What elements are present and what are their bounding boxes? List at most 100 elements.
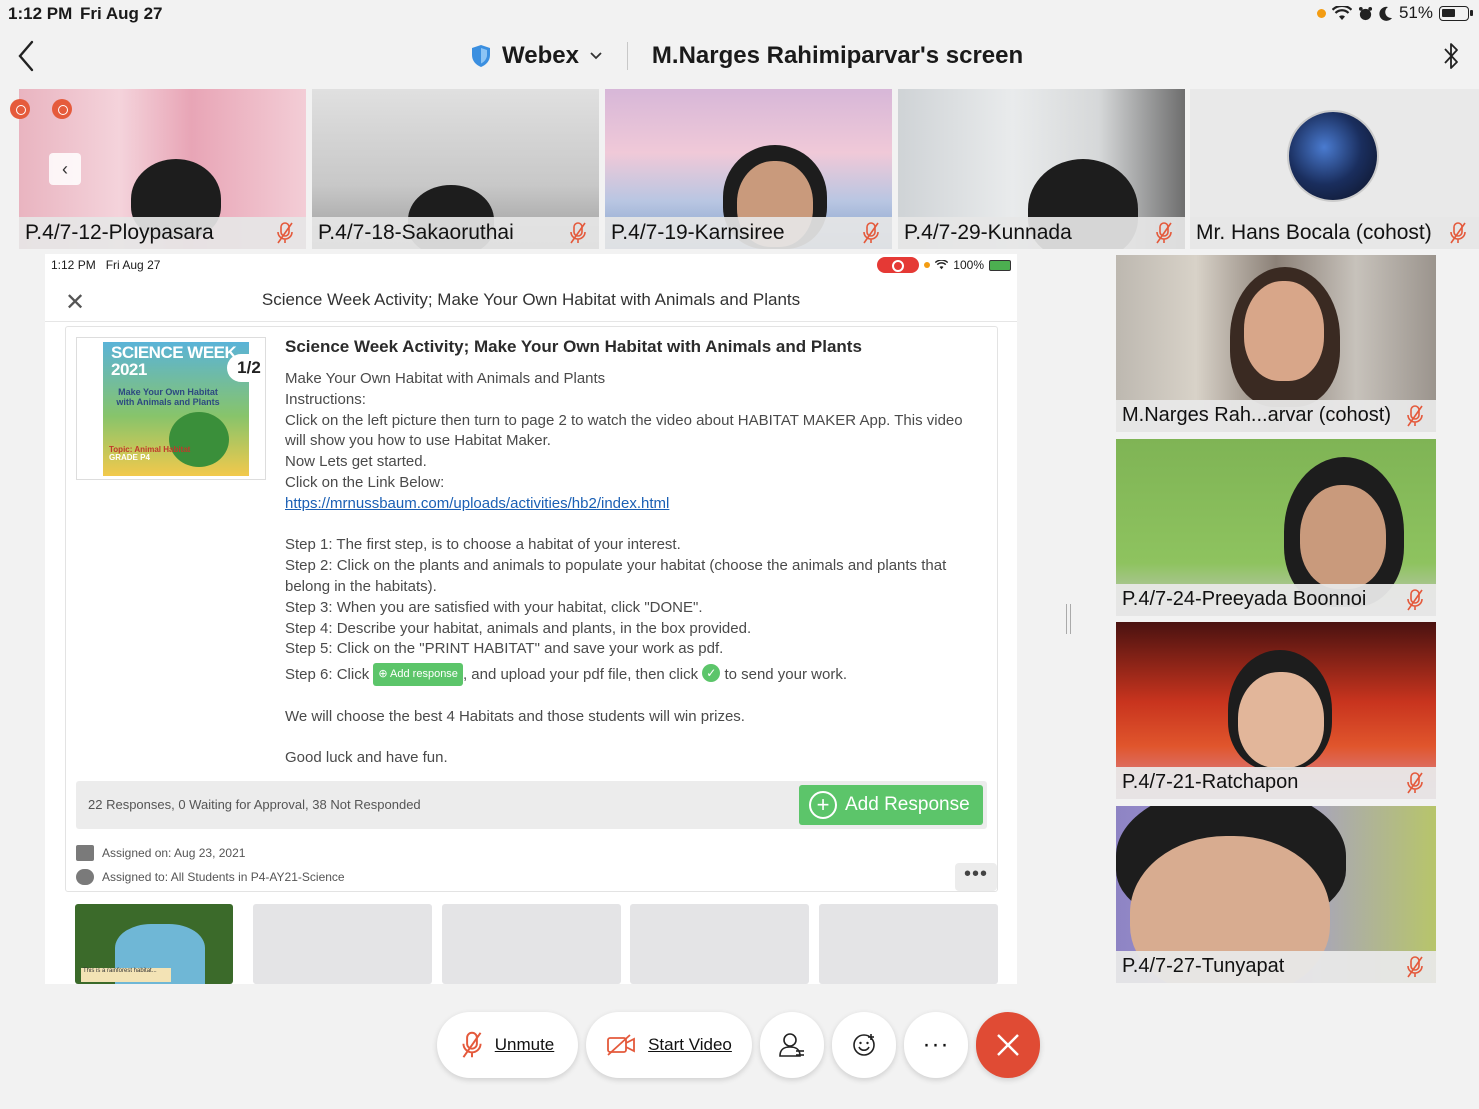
unmute-button[interactable]: Unmute: [437, 1012, 578, 1078]
participant-caption: P.4/7-29-Kunnada: [898, 217, 1185, 249]
activity-card: SCIENCE WEEK 2021 Make Your Own Habitat …: [65, 326, 998, 892]
leave-meeting-button[interactable]: [976, 1012, 1040, 1078]
responses-summary: 22 Responses, 0 Waiting for Approval, 38…: [88, 797, 421, 812]
mic-muted-icon: [570, 222, 586, 244]
luck-line: Good luck and have fun.: [285, 749, 448, 767]
step-6-part: to send your work.: [724, 666, 847, 684]
participant-tile[interactable]: P.4/7-18-Sakaoruthai: [312, 89, 599, 249]
poster-grade: GRADE P4: [109, 453, 150, 462]
status-bar: 1:12 PM Fri Aug 27 51%: [0, 0, 1479, 28]
participant-name: M.Narges Rah...arvar (cohost): [1122, 404, 1391, 426]
assigned-to: Assigned to: All Students in P4-AY21-Sci…: [76, 869, 345, 885]
unmute-label: Unmute: [494, 1035, 555, 1054]
participant-tile[interactable]: P.4/7-19-Karnsiree: [605, 89, 892, 249]
start-video-button[interactable]: Start Video: [586, 1012, 752, 1078]
more-options-button[interactable]: •••: [955, 863, 997, 891]
group-icon: [76, 869, 94, 885]
battery-percent: 51%: [1398, 3, 1433, 22]
close-icon: [997, 1034, 1019, 1056]
participant-tile[interactable]: P.4/7-27-Tunyapat: [1116, 806, 1436, 983]
divider: [626, 42, 628, 70]
step-4: Step 4: Describe your habitat, animals a…: [285, 619, 752, 637]
shared-screen-title: M.Narges Rahimiparvar's screen: [651, 42, 1024, 69]
response-thumbnail[interactable]: [442, 904, 621, 984]
description-line: Click on the left picture then turn to p…: [285, 411, 963, 450]
step-5: Step 5: Click on the "PRINT HABITAT" and…: [285, 640, 724, 658]
participant-name: P.4/7-12-Ploypasara: [25, 221, 214, 244]
participant-tile[interactable]: P.4/7-24-Preeyada Boonnoi: [1116, 439, 1436, 616]
participant-tile[interactable]: M.Narges Rah...arvar (cohost): [1116, 255, 1436, 432]
response-thumbnail[interactable]: [630, 904, 809, 984]
step-6-part: Step 6: Click: [285, 666, 370, 684]
response-thumbnail[interactable]: [819, 904, 998, 984]
participant-caption: Mr. Hans Bocala (cohost): [1190, 217, 1479, 249]
participant-tile[interactable]: Mr. Hans Bocala (cohost): [1190, 89, 1479, 249]
shared-time: 1:12 PM: [51, 258, 96, 272]
responses-bar: 22 Responses, 0 Waiting for Approval, 38…: [76, 781, 987, 829]
step-6: Step 6: Click ⊕ Add response, and upload…: [285, 663, 985, 686]
activity-header-title: Science Week Activity; Make Your Own Hab…: [261, 290, 801, 309]
battery-icon: [989, 259, 1011, 271]
participants-button[interactable]: [760, 1012, 824, 1078]
activity-poster[interactable]: SCIENCE WEEK 2021 Make Your Own Habitat …: [76, 337, 266, 480]
recording-icon: [52, 99, 72, 119]
app-name-dropdown[interactable]: Webex: [502, 42, 579, 70]
participant-caption: P.4/7-19-Karnsiree: [605, 217, 892, 249]
shield-icon: [472, 45, 490, 67]
mic-muted-icon: [1407, 772, 1423, 794]
activity-header: ✕ Science Week Activity; Make Your Own H…: [45, 278, 1017, 322]
participant-caption: P.4/7-21-Ratchapon: [1116, 767, 1436, 799]
add-response-label: Add Response: [845, 794, 970, 815]
participant-name: P.4/7-29-Kunnada: [904, 221, 1072, 244]
participant-tile[interactable]: P.4/7-21-Ratchapon: [1116, 622, 1436, 799]
participants-icon: [779, 1033, 804, 1057]
description-line: Make Your Own Habitat with Animals and P…: [285, 370, 606, 387]
activity-title: Science Week Activity; Make Your Own Hab…: [285, 337, 862, 356]
prize-line: We will choose the best 4 Habitats and t…: [285, 707, 745, 725]
step-6-part: , and upload your pdf file, then click: [462, 666, 699, 684]
response-thumbnail[interactable]: This is a rainforest habitat...: [75, 904, 233, 984]
assigned-on-text: Assigned on: Aug 23, 2021: [102, 846, 246, 860]
screen-record-icon: [877, 257, 919, 273]
shared-status-bar: 1:12 PM Fri Aug 27 100%: [45, 254, 1017, 276]
participant-name: P.4/7-19-Karnsiree: [611, 221, 785, 244]
resize-handle[interactable]: [1066, 604, 1071, 634]
meeting-header: Webex M.Narges Rahimiparvar's screen: [0, 30, 1479, 86]
shared-screen: 1:12 PM Fri Aug 27 100% ✕ Science Week A…: [45, 254, 1017, 984]
check-circle-icon: ✓: [702, 664, 721, 683]
smiley-icon: [853, 1034, 875, 1056]
poster-subtitle: Make Your Own Habitat with Animals and P…: [116, 387, 220, 407]
habitat-maker-link[interactable]: https://mrnussbaum.com/uploads/activitie…: [285, 495, 669, 512]
wifi-icon: [935, 260, 949, 270]
participant-name: Mr. Hans Bocala (cohost): [1196, 221, 1432, 244]
more-options-button[interactable]: ···: [904, 1012, 968, 1078]
poster-topic: Topic: Animal Habitat GRADE P4: [109, 446, 190, 462]
mic-muted-icon: [1156, 222, 1172, 244]
participant-caption: M.Narges Rah...arvar (cohost): [1116, 400, 1436, 432]
mic-muted-icon: [1407, 589, 1423, 611]
previous-page-button[interactable]: ‹: [49, 153, 81, 185]
assigned-to-text: Assigned to: All Students in P4-AY21-Sci…: [102, 870, 345, 884]
participant-caption: P.4/7-12-Ploypasara: [19, 217, 306, 249]
mic-muted-icon: [462, 1031, 482, 1058]
add-response-button[interactable]: + Add Response: [799, 785, 983, 825]
participant-face: [1238, 672, 1324, 768]
response-caption: This is a rainforest habitat...: [81, 968, 171, 982]
participant-tile[interactable]: P.4/7-29-Kunnada: [898, 89, 1185, 249]
page-indicator[interactable]: 1/2: [227, 354, 265, 382]
moon-icon: [1379, 6, 1392, 21]
recording-icon: [10, 99, 30, 119]
description-line: Instructions:: [285, 390, 366, 408]
participant-name: P.4/7-24-Preeyada Boonnoi: [1122, 588, 1367, 610]
response-thumbnail[interactable]: [253, 904, 432, 984]
back-chevron-icon[interactable]: [14, 38, 38, 74]
bluetooth-icon[interactable]: [1441, 40, 1461, 72]
chevron-down-icon[interactable]: [589, 51, 603, 61]
participant-face: [1244, 281, 1324, 381]
alarm-icon: [1358, 6, 1373, 20]
status-date: Fri Aug 27: [80, 4, 163, 23]
reactions-button[interactable]: [832, 1012, 896, 1078]
